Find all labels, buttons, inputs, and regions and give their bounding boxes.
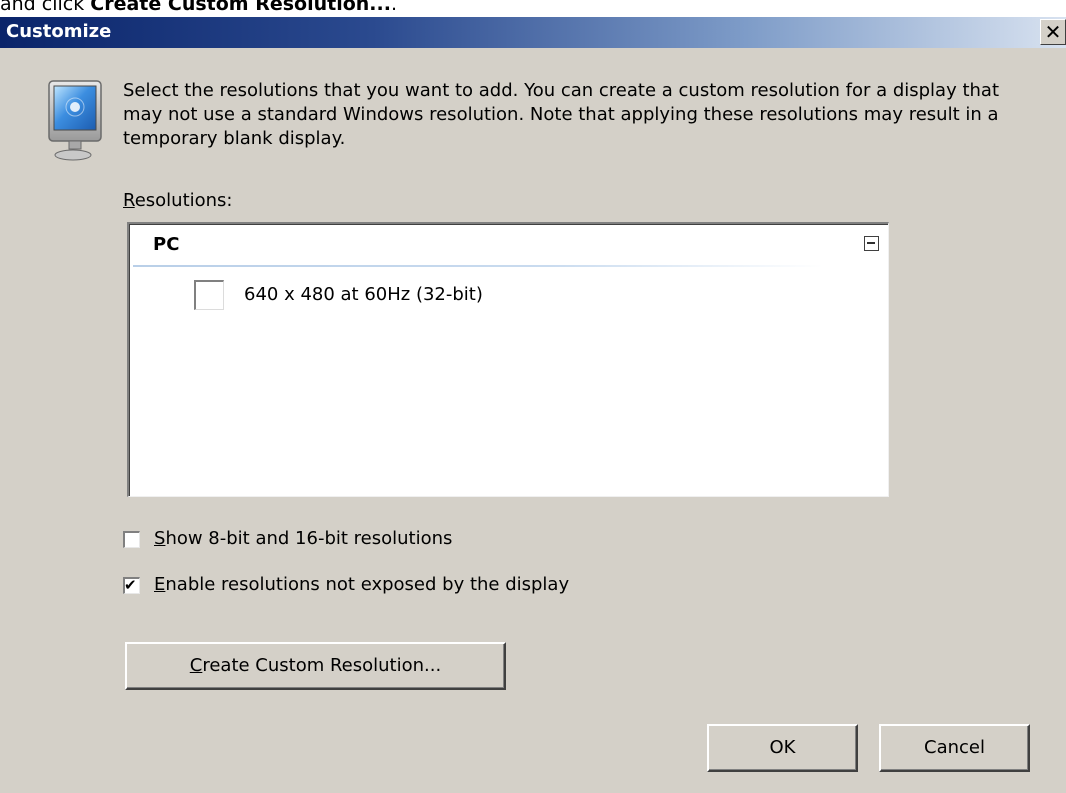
create-button-text: reate Custom Resolution... bbox=[202, 655, 442, 676]
group-header-pc: PC bbox=[153, 234, 180, 255]
caption-bold: Create Custom Resolution... bbox=[90, 0, 391, 15]
close-icon: ✕ bbox=[1044, 20, 1062, 44]
title-bar[interactable]: Customize ✕ bbox=[0, 17, 1066, 48]
close-button[interactable]: ✕ bbox=[1040, 19, 1066, 45]
create-custom-resolution-button[interactable]: Create Custom Resolution... bbox=[125, 642, 506, 690]
resolution-checkbox[interactable] bbox=[194, 280, 224, 310]
enable-unexposed-option[interactable]: ✔ Enable resolutions not exposed by the … bbox=[123, 573, 569, 597]
checkmark-icon: ✔ bbox=[124, 575, 137, 594]
page-caption: and click Create Custom Resolution.... bbox=[0, 0, 397, 17]
caption-prefix: and click bbox=[0, 0, 91, 15]
resolution-label: 640 x 480 at 60Hz (32-bit) bbox=[244, 284, 483, 305]
list-item[interactable]: 640 x 480 at 60Hz (32-bit) bbox=[194, 280, 483, 310]
resolutions-label-text: esolutions: bbox=[134, 190, 233, 211]
resolutions-list[interactable]: PC 640 x 480 at 60Hz (32-bit) bbox=[127, 222, 889, 497]
create-button-accel: C bbox=[189, 655, 203, 676]
show-8-16-bit-accel: S bbox=[154, 528, 166, 549]
customize-dialog: Customize ✕ Select the resolutions that … bbox=[0, 17, 1066, 793]
ok-button-label: OK bbox=[769, 737, 796, 758]
cancel-button[interactable]: Cancel bbox=[879, 724, 1030, 772]
show-8-16-bit-option[interactable]: Show 8-bit and 16-bit resolutions bbox=[123, 527, 452, 551]
monitor-icon bbox=[48, 80, 102, 161]
dialog-title: Customize bbox=[6, 21, 112, 42]
resolutions-label-accel: R bbox=[123, 190, 135, 211]
caption-suffix: . bbox=[390, 0, 398, 15]
ok-button[interactable]: OK bbox=[707, 724, 858, 772]
create-button-label: Create Custom Resolution... bbox=[190, 654, 441, 678]
resolutions-label: Resolutions: bbox=[123, 189, 233, 213]
group-divider bbox=[133, 265, 823, 267]
enable-unexposed-checkbox[interactable]: ✔ bbox=[123, 575, 140, 594]
enable-unexposed-label: Enable resolutions not exposed by the di… bbox=[154, 573, 569, 597]
show-8-16-bit-label: Show 8-bit and 16-bit resolutions bbox=[154, 527, 452, 551]
show-8-16-bit-text: how 8-bit and 16-bit resolutions bbox=[165, 528, 453, 549]
dialog-description: Select the resolutions that you want to … bbox=[123, 80, 1000, 149]
cancel-button-label: Cancel bbox=[924, 737, 985, 758]
collapse-icon[interactable] bbox=[864, 236, 879, 251]
enable-unexposed-text: nable resolutions not exposed by the dis… bbox=[165, 574, 570, 595]
enable-unexposed-accel: E bbox=[154, 574, 166, 595]
show-8-16-bit-checkbox[interactable] bbox=[123, 530, 140, 548]
